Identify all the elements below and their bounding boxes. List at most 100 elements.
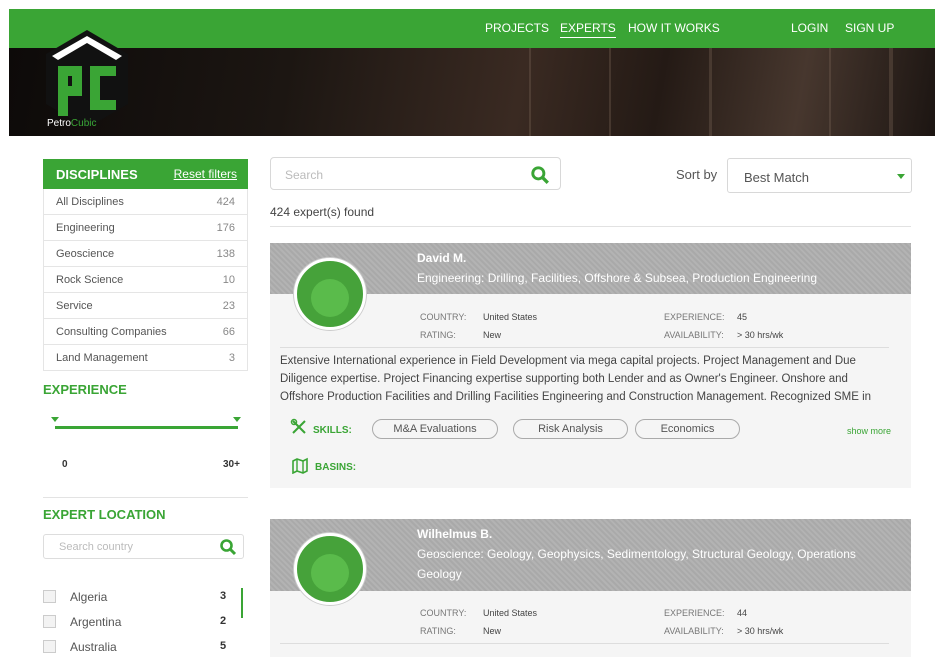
petrocubic-logo-icon[interactable] [44, 28, 130, 130]
search-placeholder: Search [285, 168, 324, 182]
hero-banner [9, 48, 935, 136]
nav-projects[interactable]: PROJECTS [485, 21, 549, 35]
location-count: 3 [220, 590, 227, 602]
availability-label: AVAILABILITY: [664, 330, 724, 340]
avatar[interactable] [294, 533, 366, 605]
experience-max-handle[interactable] [233, 417, 241, 422]
map-icon [292, 457, 308, 474]
discipline-count: 138 [216, 248, 235, 260]
expert-disciplines: Engineering: Drilling, Facilities, Offsh… [417, 271, 817, 285]
location-title: EXPERT LOCATION [43, 507, 166, 522]
search-icon[interactable] [219, 538, 237, 556]
show-more-link[interactable]: show more [847, 426, 891, 436]
availability-value: > 30 hrs/wk [737, 626, 784, 636]
expert-description: Extensive International experience in Fi… [280, 355, 872, 403]
expert-card[interactable]: Wilhelmus B. Geoscience: Geology, Geophy… [270, 519, 911, 657]
discipline-count: 424 [216, 196, 235, 208]
skills-label: SKILLS: [313, 425, 352, 436]
divider [43, 497, 248, 498]
expert-disciplines: Geoscience: Geology, Geophysics, Sedimen… [417, 547, 856, 581]
experience-value: 45 [737, 312, 748, 322]
experience-label: EXPERIENCE: [664, 608, 725, 618]
nav-signup[interactable]: SIGN UP [845, 21, 894, 35]
brand-name: PetroCubic [47, 118, 97, 129]
availability-value: > 30 hrs/wk [737, 330, 784, 340]
discipline-label: Service [56, 300, 93, 312]
checkbox[interactable] [43, 615, 56, 628]
disciplines-title: DISCIPLINES [56, 167, 138, 182]
rating-label: RATING: [420, 330, 456, 340]
rating-value: New [483, 330, 502, 340]
location-count: 5 [220, 640, 227, 652]
country-value: United States [483, 608, 538, 618]
discipline-item[interactable]: Land Management 3 [43, 345, 248, 371]
location-label: Australia [70, 640, 117, 654]
experience-min-handle[interactable] [51, 417, 59, 422]
nav-how-it-works[interactable]: HOW IT WORKS [628, 21, 720, 35]
location-item[interactable]: Australia 5 [43, 640, 233, 657]
experience-max-label: 30+ [223, 459, 240, 470]
skill-pill[interactable]: Risk Analysis [513, 419, 628, 439]
location-label: Algeria [70, 590, 108, 604]
basins-label: BASINS: [315, 462, 357, 473]
experience-value: 44 [737, 608, 748, 618]
discipline-label: Land Management [56, 352, 148, 364]
location-label: Argentina [70, 615, 122, 629]
experience-slider[interactable] [55, 426, 238, 429]
skill-pill[interactable]: Economics [635, 419, 740, 439]
country-search-placeholder: Search country [59, 541, 133, 553]
discipline-count: 176 [216, 222, 235, 234]
expert-search-input[interactable]: Search [270, 157, 561, 190]
experience-label: EXPERIENCE: [664, 312, 725, 322]
rating-label: RATING: [420, 626, 456, 636]
discipline-item[interactable]: Geoscience 138 [43, 241, 248, 267]
tools-icon [290, 418, 306, 434]
checkbox[interactable] [43, 640, 56, 653]
experience-title: EXPERIENCE [43, 382, 127, 397]
discipline-item[interactable]: Consulting Companies 66 [43, 319, 248, 345]
discipline-count: 10 [222, 274, 235, 286]
discipline-label: Engineering [56, 222, 115, 234]
nav-login[interactable]: LOGIN [791, 21, 828, 35]
discipline-label: All Disciplines [56, 196, 124, 208]
discipline-count: 23 [222, 300, 235, 312]
discipline-item[interactable]: Rock Science 10 [43, 267, 248, 293]
expert-card[interactable]: David M. Engineering: Drilling, Faciliti… [270, 243, 911, 488]
country-search-input[interactable]: Search country [43, 534, 244, 559]
country-label: COUNTRY: [420, 608, 467, 618]
discipline-count: 66 [222, 326, 235, 338]
sort-by-label: Sort by [676, 167, 718, 182]
disciplines-header: DISCIPLINES Reset filters [43, 159, 248, 189]
expert-name[interactable]: Wilhelmus B. [417, 527, 492, 541]
nav-experts[interactable]: EXPERTS [560, 21, 616, 38]
skill-pill[interactable]: M&A Evaluations [372, 419, 498, 439]
disciplines-panel: DISCIPLINES Reset filters All Discipline… [43, 159, 248, 371]
country-value: United States [483, 312, 538, 322]
discipline-count: 3 [228, 352, 235, 364]
avatar[interactable] [294, 258, 366, 330]
sort-select[interactable]: Best Match [727, 158, 912, 193]
search-icon[interactable] [530, 165, 550, 185]
discipline-item[interactable]: Service 23 [43, 293, 248, 319]
reset-filters-link[interactable]: Reset filters [174, 167, 237, 181]
country-label: COUNTRY: [420, 312, 467, 322]
sort-value: Best Match [744, 170, 810, 185]
discipline-label: Geoscience [56, 248, 115, 260]
expert-name[interactable]: David M. [417, 251, 466, 265]
location-item[interactable]: Argentina 2 [43, 615, 233, 635]
checkbox[interactable] [43, 590, 56, 603]
top-nav: PROJECTS EXPERTS HOW IT WORKS LOGIN SIGN… [9, 9, 935, 48]
divider [280, 347, 889, 348]
discipline-item[interactable]: All Disciplines 424 [43, 189, 248, 215]
location-count: 2 [220, 615, 227, 627]
rating-value: New [483, 626, 502, 636]
discipline-item[interactable]: Engineering 176 [43, 215, 248, 241]
divider [270, 226, 911, 227]
discipline-label: Rock Science [56, 274, 124, 286]
divider [280, 643, 889, 644]
experience-min-label: 0 [62, 459, 68, 470]
results-count: 424 expert(s) found [270, 205, 375, 219]
location-item[interactable]: Algeria 3 [43, 590, 233, 610]
location-scrollbar[interactable] [241, 588, 243, 618]
availability-label: AVAILABILITY: [664, 626, 724, 636]
